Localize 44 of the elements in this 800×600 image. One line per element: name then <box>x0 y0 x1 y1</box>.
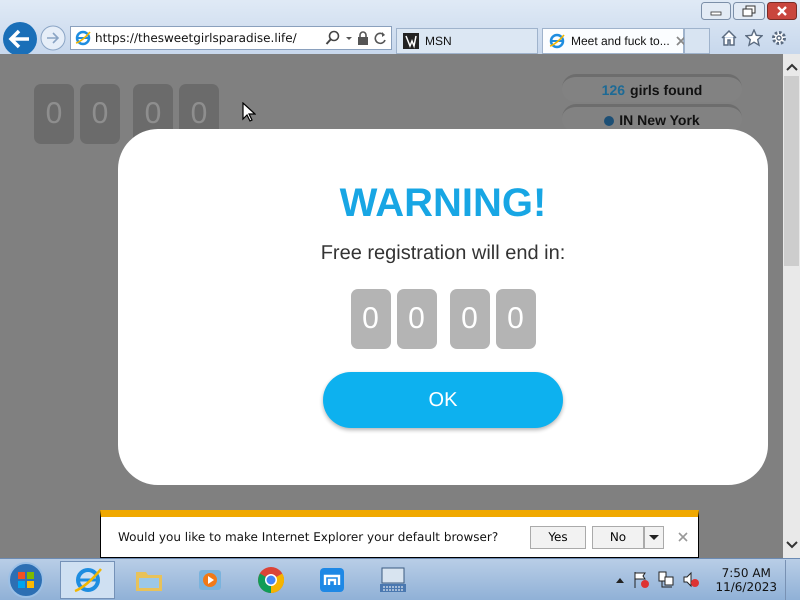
countdown-digit: 0 <box>350 289 390 349</box>
notification-message: Would you like to make Internet Explorer your default browser? <box>118 530 498 544</box>
countdown-digit: 0 <box>450 289 490 349</box>
flag-icon[interactable] <box>632 570 650 588</box>
up-arrow-icon[interactable] <box>615 576 626 584</box>
settings-icon[interactable] <box>770 28 788 46</box>
lock-icon <box>357 30 369 46</box>
scroll-thumb[interactable] <box>784 76 799 266</box>
speaker-icon[interactable] <box>682 570 700 588</box>
chrome-icon <box>256 564 286 594</box>
maximize-button[interactable] <box>733 2 765 20</box>
close-icon[interactable] <box>676 36 686 46</box>
countdown-digit: 0 <box>396 289 436 349</box>
taskbar-button[interactable] <box>60 560 115 598</box>
warning-title: WARNING! <box>340 181 546 226</box>
star-icon[interactable] <box>745 28 763 46</box>
refresh-icon[interactable] <box>373 30 387 46</box>
home-icon[interactable] <box>720 28 738 46</box>
start-button[interactable] <box>6 560 46 600</box>
close-button[interactable] <box>767 2 797 20</box>
cursor-icon <box>242 102 256 122</box>
browser-logo-icon <box>75 30 91 46</box>
network-icon[interactable] <box>657 570 676 588</box>
no-button[interactable]: No <box>592 526 644 548</box>
result-count: 126 <box>602 82 626 98</box>
browser-tab[interactable]: MSN <box>396 28 538 54</box>
dialog-message: Free registration will end in: <box>320 242 566 265</box>
dropdown-button[interactable] <box>644 526 664 548</box>
monitor-keyboard-icon <box>378 564 408 594</box>
scrollbar[interactable] <box>783 54 800 558</box>
yes-button[interactable]: Yes <box>530 526 586 548</box>
browser-tab[interactable]: Meet and fuck to... <box>542 28 684 54</box>
address-field[interactable]: https://thesweetgirlsparadise.life/ <box>70 26 392 50</box>
clock-date[interactable]: 11/6/2023 <box>715 580 777 594</box>
browser-logo-icon <box>549 33 565 49</box>
location-label: IN New York <box>619 112 700 128</box>
minimize-button[interactable] <box>701 2 731 20</box>
location-dot-icon <box>604 116 614 126</box>
result-label: girls found <box>630 82 702 98</box>
search-icon[interactable] <box>325 30 341 46</box>
countdown-digit: 0 <box>496 289 536 349</box>
clock-time[interactable]: 7:50 AM <box>722 566 771 580</box>
close-icon[interactable] <box>678 532 688 542</box>
back-button[interactable] <box>2 20 38 56</box>
